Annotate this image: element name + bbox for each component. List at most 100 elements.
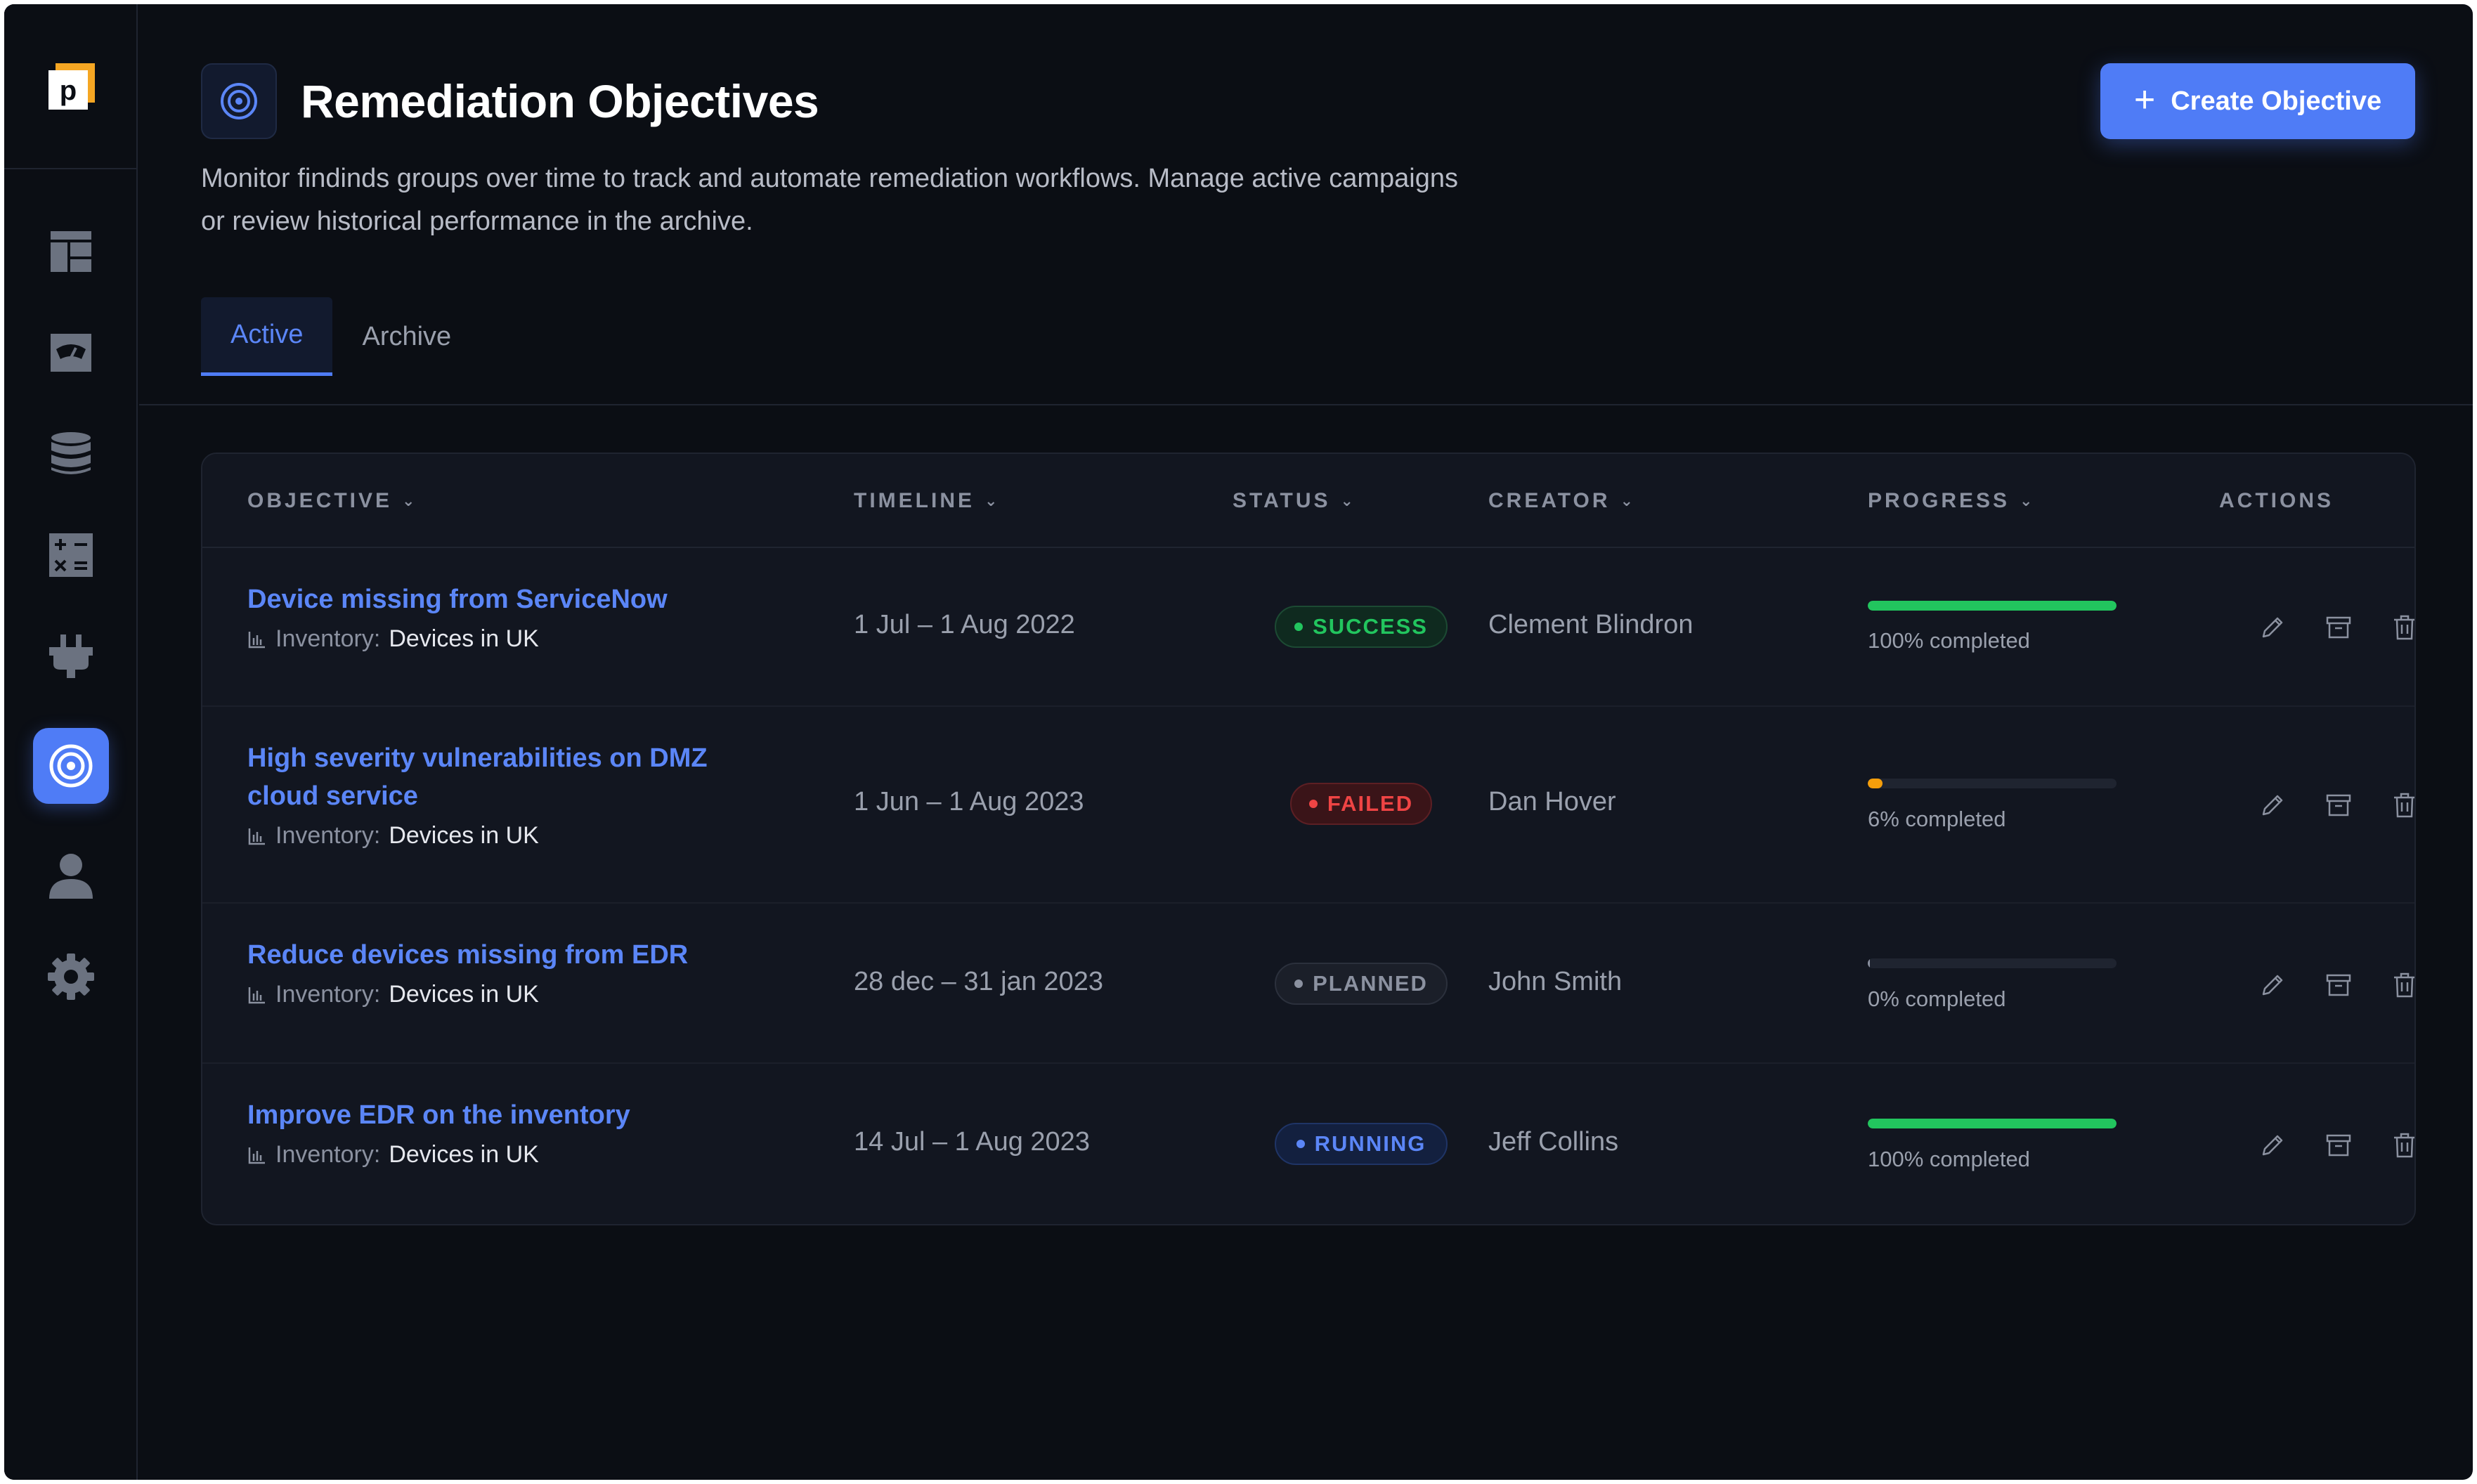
sidebar-item-calculator[interactable] (33, 517, 109, 593)
delete-button[interactable] (2385, 608, 2414, 647)
logo[interactable]: p (48, 63, 95, 110)
create-objective-button[interactable]: + Create Objective (2100, 63, 2415, 139)
gear-icon (48, 953, 94, 1000)
database-icon (51, 432, 91, 474)
target-icon (221, 83, 257, 119)
progress-label: 6% completed (1868, 807, 2006, 831)
creator-name: Dan Hover (1488, 787, 1616, 816)
inventory-tag: Inventory: Devices in UK (247, 981, 539, 1008)
bar-chart-icon (248, 1147, 265, 1164)
archive-button[interactable] (2319, 965, 2358, 1005)
pencil-icon (2262, 1135, 2283, 1156)
page-title: Remediation Objectives (301, 75, 819, 127)
status-dot (1294, 623, 1303, 631)
progress-label: 0% completed (1868, 987, 2006, 1011)
column-header-timeline[interactable]: TIMELINE ⌄ (854, 454, 997, 548)
timeline-text: 14 Jul – 1 Aug 2023 (854, 1127, 1090, 1157)
status-badge: FAILED (1290, 783, 1432, 825)
chevron-down-icon: ⌄ (984, 492, 998, 509)
column-label: OBJECTIVE (247, 489, 393, 512)
column-label: ACTIONS (2219, 489, 2334, 512)
sidebar-item-integrations[interactable] (33, 618, 109, 694)
status-text: PLANNED (1313, 971, 1428, 996)
column-header-creator[interactable]: CREATOR ⌄ (1488, 454, 1633, 548)
inventory-label: Inventory: (275, 1141, 381, 1168)
status-text: RUNNING (1314, 1131, 1426, 1156)
edit-button[interactable] (2253, 1126, 2292, 1165)
tab-archive[interactable]: Archive (332, 297, 481, 376)
title-badge (201, 63, 277, 139)
creator-name: Jeff Collins (1488, 1127, 1619, 1157)
trash-icon (2394, 972, 2414, 998)
status-badge: SUCCESS (1275, 606, 1448, 648)
inventory-label: Inventory: (275, 981, 381, 1008)
objective-link[interactable]: Reduce devices missing from EDR (247, 936, 688, 974)
column-label: CREATOR (1488, 489, 1611, 512)
delete-button[interactable] (2385, 1126, 2414, 1165)
progress-bar (1868, 779, 2117, 788)
progress-fill (1868, 601, 2117, 611)
delete-button[interactable] (2385, 965, 2414, 1005)
bar-chart-icon (248, 828, 265, 845)
archive-button[interactable] (2319, 608, 2358, 647)
sidebar-item-objectives[interactable] (33, 728, 109, 804)
edit-button[interactable] (2253, 608, 2292, 647)
edit-button[interactable] (2253, 786, 2292, 825)
archive-icon (2326, 974, 2351, 996)
chevron-down-icon: ⌄ (1620, 492, 1633, 509)
column-header-objective[interactable]: OBJECTIVE ⌄ (247, 454, 415, 548)
sidebar-item-database[interactable] (33, 416, 109, 492)
pencil-icon (2262, 975, 2283, 996)
objective-link[interactable]: Device missing from ServiceNow (247, 580, 668, 618)
inventory-value: Devices in UK (389, 822, 539, 849)
objective-link[interactable]: Improve EDR on the inventory (247, 1096, 630, 1134)
edit-button[interactable] (2253, 965, 2292, 1005)
sidebar-item-settings[interactable] (33, 939, 109, 1015)
status-dot (1294, 979, 1303, 988)
inventory-tag: Inventory: Devices in UK (247, 822, 539, 850)
page-header: Remediation Objectives Monitor findinds … (139, 4, 2473, 405)
sidebar-item-gauge[interactable] (33, 315, 109, 391)
svg-text:p: p (60, 75, 77, 106)
progress-bar (1868, 601, 2117, 611)
timeline-text: 1 Jun – 1 Aug 2023 (854, 787, 1084, 816)
sidebar-item-dashboard[interactable] (33, 214, 109, 289)
archive-icon (2326, 616, 2351, 639)
target-icon (49, 744, 93, 788)
creator-name: Clement Blindron (1488, 610, 1693, 639)
inventory-label: Inventory: (275, 822, 381, 849)
sidebar-item-users[interactable] (33, 838, 109, 913)
table-header: OBJECTIVE ⌄ TIMELINE ⌄ STATUS ⌄ CREATOR … (202, 454, 2414, 548)
bar-chart-icon (248, 631, 265, 648)
status-dot (1296, 1140, 1305, 1148)
archive-icon (2326, 1134, 2351, 1157)
inventory-value: Devices in UK (389, 625, 539, 652)
dashboard-icon (51, 231, 91, 272)
delete-button[interactable] (2385, 786, 2414, 825)
page-description: Monitor findinds groups over time to tra… (201, 164, 1458, 236)
bar-chart-icon (248, 987, 265, 1003)
table-row: Reduce devices missing from EDR Inventor… (202, 904, 2414, 1064)
tab-active[interactable]: Active (201, 297, 333, 376)
archive-button[interactable] (2319, 1126, 2358, 1165)
inventory-tag: Inventory: Devices in UK (247, 625, 539, 653)
inventory-tag: Inventory: Devices in UK (247, 1141, 539, 1169)
archive-icon (2326, 794, 2351, 816)
column-header-status[interactable]: STATUS ⌄ (1233, 454, 1353, 548)
column-header-progress[interactable]: PROGRESS ⌄ (1868, 454, 2032, 548)
app-window: p Remediation Objectives Monitor findind… (4, 4, 2473, 1480)
objective-link[interactable]: High severity vulnerabilities on DMZ clo… (247, 739, 708, 815)
inventory-value: Devices in UK (389, 1141, 539, 1168)
column-label: STATUS (1233, 489, 1331, 512)
trash-icon (2394, 615, 2414, 640)
archive-button[interactable] (2319, 786, 2358, 825)
status-text: SUCCESS (1313, 614, 1428, 639)
table-row: High severity vulnerabilities on DMZ clo… (202, 707, 2414, 904)
column-label: PROGRESS (1868, 489, 2010, 512)
chevron-down-icon: ⌄ (402, 492, 415, 509)
objective-title-line: High severity vulnerabilities on DMZ (247, 743, 708, 773)
logo-area: p (4, 4, 138, 169)
progress-bar (1868, 958, 2117, 968)
sidebar: p (4, 4, 138, 1480)
column-label: TIMELINE (854, 489, 975, 512)
